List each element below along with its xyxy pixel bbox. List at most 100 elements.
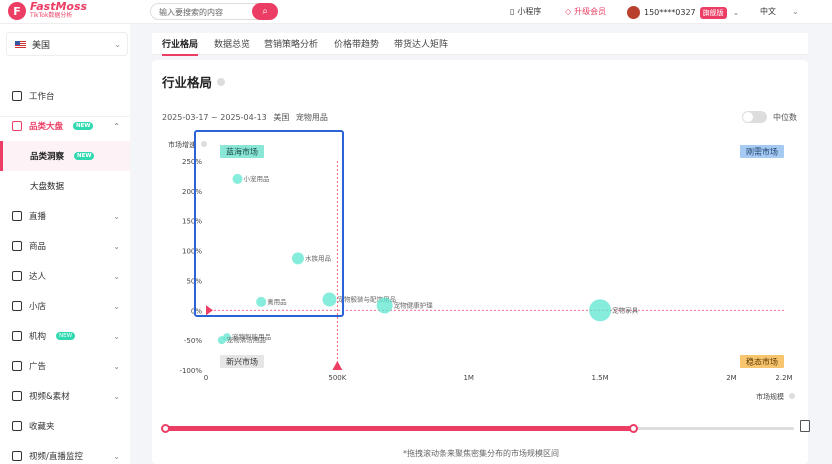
- sidebar-item-agencies[interactable]: 机构 NEW ⌄: [0, 321, 130, 351]
- phone-icon: ▯: [510, 7, 515, 16]
- live-icon: [12, 211, 22, 221]
- y-tick-label: 0%: [191, 307, 202, 315]
- sidebar-item-label: 品类大盘: [29, 122, 64, 132]
- slider-fill: [164, 426, 634, 431]
- x-tick-label: 1M: [463, 374, 474, 382]
- sidebar-item-label: 品类洞察: [30, 152, 65, 162]
- range-slider[interactable]: [161, 424, 794, 433]
- logo-icon: F: [8, 2, 26, 20]
- sidebar: 美国 ⌄ 工作台 品类大盘 NEW ⌃ 品类洞察 NEW 大盘数据 直播 ⌄ 商…: [0, 24, 130, 464]
- tab-industry-landscape[interactable]: 行业格局: [162, 37, 199, 56]
- chevron-down-icon: ⌄: [113, 391, 120, 401]
- sidebar-item-workbench[interactable]: 工作台: [0, 81, 130, 111]
- x-tick-label: 500K: [328, 374, 346, 382]
- slider-handle-left[interactable]: [161, 424, 170, 433]
- sidebar-item-category-insight[interactable]: 品类洞察 NEW: [0, 141, 130, 171]
- y-tick-label: -50%: [184, 337, 202, 345]
- y-tick-label: 200%: [182, 188, 202, 196]
- tab-data-overview[interactable]: 数据总览: [214, 37, 250, 50]
- tab-influencer-matrix[interactable]: 带货达人矩阵: [394, 37, 448, 50]
- monitor-icon: [12, 451, 22, 461]
- top-bar: F FastMoss TikTok数据分析 输入要搜索的内容 ⌕ ▯ 小程序 ◇…: [0, 0, 832, 24]
- upgrade-button[interactable]: ◇ 升级会员: [565, 6, 606, 17]
- user-menu[interactable]: 150****0327 旗舰版 ⌄: [627, 6, 739, 19]
- sidebar-item-label: 工作台: [29, 92, 55, 102]
- chevron-down-icon: ⌄: [114, 39, 121, 49]
- info-icon[interactable]: [217, 77, 226, 86]
- y-tick-label: -100%: [179, 367, 202, 375]
- us-flag-icon: [15, 40, 26, 48]
- sidebar-item-label: 视频&素材: [29, 392, 70, 402]
- median-toggle[interactable]: 中位数: [742, 111, 797, 123]
- country-label: 美国: [32, 40, 51, 51]
- data-point: [376, 297, 393, 314]
- y-tick-label: 250%: [182, 158, 202, 166]
- chevron-down-icon: ⌄: [792, 7, 799, 16]
- sidebar-item-shops[interactable]: 小店 ⌄: [0, 291, 130, 321]
- data-label: 水族用品: [305, 253, 331, 262]
- chevron-up-icon: ⌃: [113, 121, 120, 131]
- folder-icon: [12, 421, 22, 431]
- product-icon: [12, 241, 22, 251]
- market-scatter-chart: 市场增速250%200%150%100%50%0%-50%-100%0 500K 1…: [168, 130, 795, 400]
- mini-program-label: 小程序: [517, 7, 542, 16]
- sidebar-item-live[interactable]: 直播 ⌄: [0, 201, 130, 231]
- data-point: [322, 292, 337, 307]
- chevron-down-icon: ⌄: [113, 271, 120, 281]
- sidebar-item-label: 直播: [29, 212, 47, 222]
- agency-icon: [12, 331, 22, 341]
- chevron-down-icon: ⌄: [113, 361, 120, 371]
- data-point: [217, 336, 226, 345]
- chevron-down-icon: ⌄: [113, 331, 120, 341]
- document-icon[interactable]: [800, 420, 810, 432]
- slider-hint: *拖拽滚动条来聚焦密集分布的市场规模区间: [403, 449, 559, 458]
- quadrant-label-stable: 稳态市场: [746, 357, 778, 367]
- plan-badge: 旗舰版: [699, 6, 727, 19]
- x-tick-label: 2M: [726, 374, 737, 382]
- tab-price-trend[interactable]: 价格带趋势: [334, 37, 379, 50]
- language-label: 中文: [760, 7, 776, 16]
- y-tick-label: 100%: [182, 248, 202, 256]
- x-axis-label: 市场规模: [756, 392, 784, 400]
- quadrant-label-emerging: 新兴市场: [226, 357, 258, 367]
- sidebar-item-ads[interactable]: 广告 ⌄: [0, 351, 130, 381]
- sidebar-item-label: 大盘数据: [30, 182, 65, 192]
- x-tick-label: 1.5M: [592, 374, 609, 382]
- slider-handle-right[interactable]: [629, 424, 638, 433]
- sidebar-item-products[interactable]: 商品 ⌄: [0, 231, 130, 261]
- sidebar-item-category-market[interactable]: 品类大盘 NEW ⌃: [0, 111, 130, 141]
- logo[interactable]: F FastMoss TikTok数据分析: [8, 0, 88, 20]
- sidebar-item-influencers[interactable]: 达人 ⌄: [0, 261, 130, 291]
- upgrade-label: 升级会员: [574, 7, 607, 16]
- language-select[interactable]: 中文 ⌄: [760, 6, 799, 17]
- median-y-marker: [206, 305, 213, 316]
- sidebar-item-monitoring[interactable]: 视频/直播监控 ⌄: [0, 441, 130, 464]
- toggle-switch[interactable]: [742, 111, 767, 123]
- sidebar-item-label: 商品: [29, 242, 47, 252]
- data-point: [256, 296, 267, 307]
- search-button[interactable]: ⌕: [252, 3, 278, 20]
- country-select[interactable]: 美国 ⌄: [6, 32, 128, 56]
- filter-meta: 2025-03-17 ~ 2025-04-13 美国 宠物用品: [162, 112, 328, 123]
- logo-name: FastMoss: [30, 0, 88, 13]
- video-icon: [12, 391, 22, 401]
- card-title-text: 行业格局: [162, 75, 213, 90]
- tab-marketing-strategy[interactable]: 营销策略分析: [264, 37, 318, 50]
- data-label: 禽用品: [267, 297, 287, 306]
- chevron-down-icon: ⌄: [113, 211, 120, 221]
- chevron-down-icon: ⌄: [113, 451, 120, 461]
- sidebar-item-favorites[interactable]: 收藏夹: [0, 411, 130, 441]
- x-tick-label: 0: [204, 374, 208, 382]
- chevron-down-icon: ⌄: [113, 301, 120, 311]
- sidebar-item-label: 达人: [29, 272, 47, 282]
- data-label: 小宠用品: [244, 174, 270, 183]
- sidebar-item-label: 广告: [29, 362, 47, 372]
- search-input[interactable]: 输入要搜索的内容 ⌕: [150, 3, 278, 20]
- median-label: 中位数: [773, 112, 797, 122]
- data-point: [589, 299, 612, 322]
- sidebar-item-market-data[interactable]: 大盘数据: [0, 171, 130, 201]
- quadrant-label-essential: 刚需市场: [746, 147, 778, 157]
- mini-program-button[interactable]: ▯ 小程序: [510, 6, 541, 17]
- sidebar-item-videos[interactable]: 视频&素材 ⌄: [0, 381, 130, 411]
- highlight-box: [194, 130, 344, 317]
